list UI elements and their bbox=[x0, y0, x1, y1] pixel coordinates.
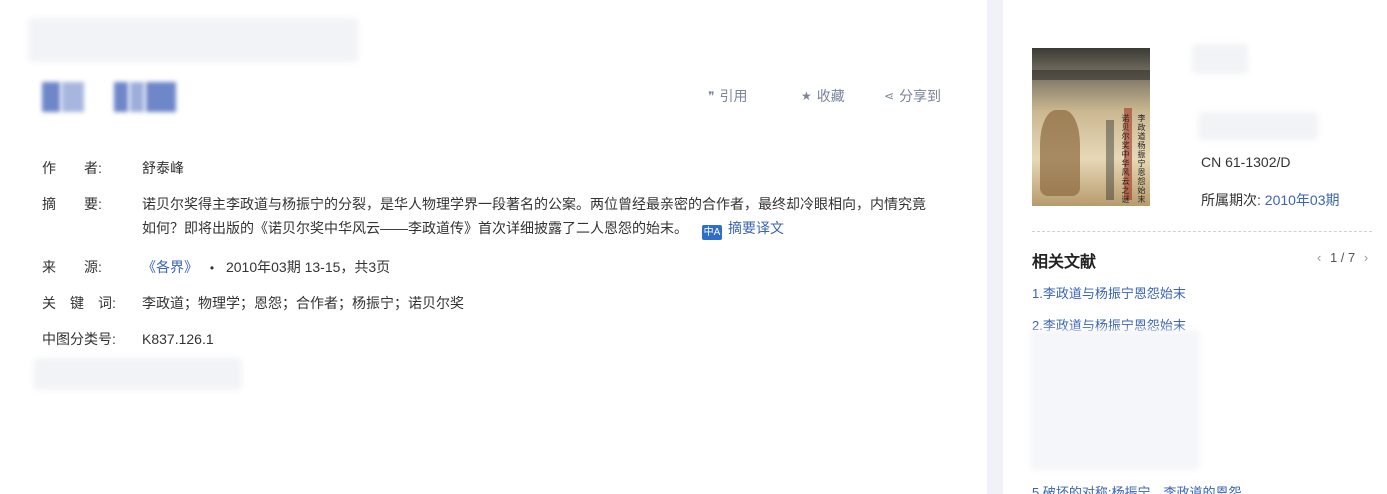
quote-icon: ❞ bbox=[708, 89, 715, 103]
issue-row: 所属期次: 2010年03期 bbox=[1201, 190, 1340, 210]
keyword-separator: ； bbox=[240, 295, 254, 311]
favorite-label: 收藏 bbox=[816, 88, 845, 104]
favorite-button[interactable]: ★ 收藏 bbox=[801, 86, 845, 106]
journal-cover-image[interactable]: 李政道杨振宁恩怨始末 诺贝尔奖中华风云之谜 bbox=[1032, 48, 1150, 206]
related-item-1[interactable]: 1.李政道与杨振宁恩怨始末 bbox=[1032, 283, 1186, 302]
sidebar-divider bbox=[1032, 231, 1372, 232]
keyword-separator: ； bbox=[394, 295, 408, 311]
clc-row: 中图分类号: K837.126.1 bbox=[42, 327, 742, 351]
abstract-label: 摘 要: bbox=[42, 196, 102, 212]
chevron-left-icon[interactable]: ‹ bbox=[1317, 250, 1321, 265]
article-panel: ❞ 引用 ★ 收藏 ⋖ 分享到 作 者: 舒泰峰 摘 要: 诺贝尔奖得主李政道与… bbox=[0, 0, 987, 494]
related-pager: ‹ 1 / 7 › bbox=[1312, 250, 1373, 265]
related-title: 相关文献 bbox=[1032, 254, 1097, 271]
translate-icon[interactable]: 中A bbox=[702, 225, 722, 240]
cite-label: 引用 bbox=[719, 88, 748, 104]
keyword-separator: ； bbox=[282, 295, 296, 311]
keyword-separator: ； bbox=[184, 295, 198, 311]
blurred-journal-title bbox=[1192, 44, 1248, 74]
source-detail: 2010年03期 13-15，共3页 bbox=[225, 259, 391, 275]
keyword-link[interactable]: 诺贝尔奖 bbox=[408, 295, 464, 311]
article-title-blurred bbox=[42, 82, 178, 112]
abstract-line-2: 如何？即将出版的《诺贝尔奖中华风云——李政道传》首次详细披露了二人恩怨的始末。中… bbox=[142, 216, 942, 240]
abstract-line-1: 诺贝尔奖得主李政道与杨振宁的分裂，是华人物理学界一段著名的公案。两位曾经最亲密的… bbox=[142, 196, 926, 212]
source-row: 来 源: 《各界》 • 2010年03期 13-15，共3页 bbox=[42, 255, 742, 279]
author-row: 作 者: 舒泰峰 bbox=[42, 156, 742, 180]
source-journal-link[interactable]: 《各界》 bbox=[142, 259, 198, 275]
share-button[interactable]: ⋖ 分享到 bbox=[884, 86, 941, 106]
blurred-breadcrumb bbox=[28, 18, 358, 62]
clc-label: 中图分类号: bbox=[42, 331, 116, 347]
cite-button[interactable]: ❞ 引用 bbox=[708, 86, 747, 106]
related-item-5[interactable]: 5.破坏的对称:杨振宁、李政道的恩怨 bbox=[1032, 482, 1241, 494]
author-name[interactable]: 舒泰峰 bbox=[142, 156, 184, 180]
keyword-separator: ； bbox=[338, 295, 352, 311]
keyword-link[interactable]: 物理学 bbox=[198, 295, 240, 311]
keyword-link[interactable]: 合作者 bbox=[296, 295, 338, 311]
author-label: 作 者: bbox=[42, 160, 102, 176]
pager-current: 1 / 7 bbox=[1329, 250, 1356, 265]
cover-text-2: 诺贝尔奖中华风云之谜 bbox=[1121, 114, 1130, 204]
source-label: 来 源: bbox=[42, 259, 102, 275]
chevron-right-icon[interactable]: › bbox=[1364, 250, 1368, 265]
keyword-link[interactable]: 李政道 bbox=[142, 295, 184, 311]
keywords-list: 李政道；物理学；恩怨；合作者；杨振宁；诺贝尔奖 bbox=[142, 291, 464, 315]
issue-link[interactable]: 2010年03期 bbox=[1265, 192, 1340, 208]
cn-number: CN 61-1302/D bbox=[1201, 154, 1291, 170]
share-icon: ⋖ bbox=[884, 89, 895, 103]
keyword-link[interactable]: 杨振宁 bbox=[352, 295, 394, 311]
blurred-footer-info bbox=[34, 358, 242, 390]
share-label: 分享到 bbox=[899, 88, 942, 104]
clc-value: K837.126.1 bbox=[142, 331, 214, 347]
translate-link[interactable]: 摘要译文 bbox=[728, 220, 784, 236]
keywords-label: 关 键 词: bbox=[42, 295, 116, 311]
keyword-link[interactable]: 恩怨 bbox=[254, 295, 282, 311]
star-icon: ★ bbox=[801, 89, 812, 103]
issue-label: 所属期次: bbox=[1201, 192, 1261, 208]
source-separator: • bbox=[209, 261, 215, 275]
abstract-text-2: 如何？即将出版的《诺贝尔奖中华风云——李政道传》首次详细披露了二人恩怨的始末。 bbox=[142, 220, 688, 236]
cover-text-1: 李政道杨振宁恩怨始末 bbox=[1137, 114, 1146, 204]
blurred-related-items bbox=[1030, 330, 1200, 470]
blurred-journal-info bbox=[1198, 112, 1318, 140]
keywords-row: 关 键 词: 李政道；物理学；恩怨；合作者；杨振宁；诺贝尔奖 bbox=[42, 291, 742, 315]
